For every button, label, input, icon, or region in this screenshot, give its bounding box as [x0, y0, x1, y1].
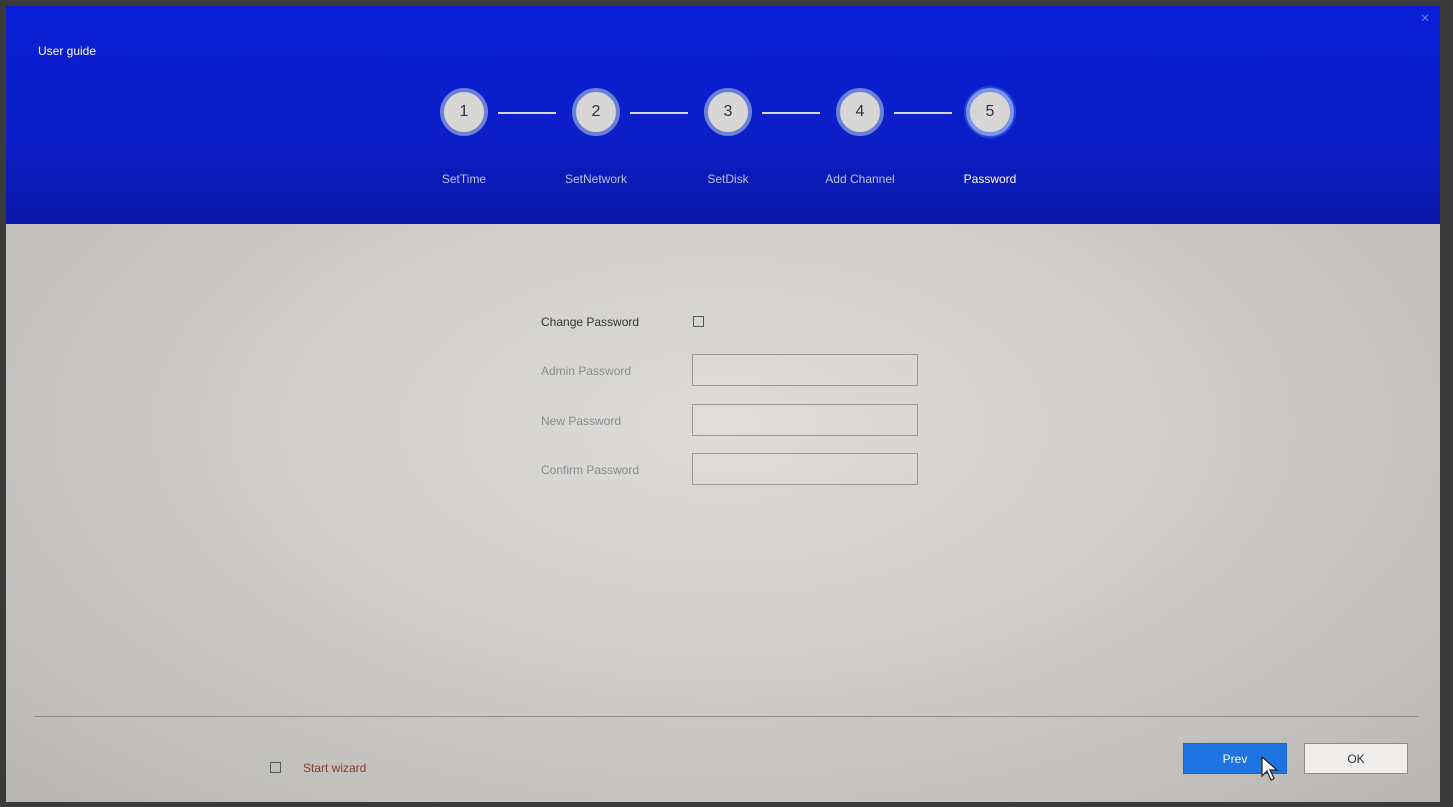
step-number: 5 [985, 103, 995, 120]
admin-password-input[interactable] [692, 354, 918, 386]
step-number: 2 [591, 103, 601, 120]
admin-password-label: Admin Password [541, 364, 632, 378]
confirm-password-input[interactable] [692, 453, 918, 485]
step-connector [498, 112, 556, 114]
change-password-label: Change Password [541, 315, 640, 329]
mouse-cursor-icon [1261, 756, 1279, 781]
step-label-setdisk: SetDisk [707, 172, 749, 186]
step-label-settime: SetTime [441, 172, 487, 186]
step-1-circle: 1 [440, 88, 488, 136]
step-number: 3 [723, 103, 733, 120]
new-password-input[interactable] [692, 404, 918, 436]
wizard-header: User guide × 1 2 3 4 5 SetTime SetNetwor… [6, 6, 1440, 224]
change-password-checkbox[interactable] [693, 316, 704, 327]
step-label-password: Password [963, 172, 1017, 186]
step-connector [630, 112, 688, 114]
start-wizard-checkbox[interactable] [270, 762, 281, 773]
user-guide-window: User guide × 1 2 3 4 5 SetTime SetNetwor… [6, 6, 1440, 802]
step-connector [894, 112, 952, 114]
step-5-circle: 5 [966, 88, 1014, 136]
step-label-add-channel: Add Channel [825, 172, 895, 186]
confirm-password-label: Confirm Password [541, 463, 640, 477]
step-number: 4 [855, 103, 865, 120]
step-connector [762, 112, 820, 114]
step-4-circle: 4 [836, 88, 884, 136]
step-3-circle: 3 [704, 88, 752, 136]
new-password-label: New Password [541, 414, 622, 428]
close-icon[interactable]: × [1418, 11, 1432, 27]
step-number: 1 [459, 103, 469, 120]
window-title: User guide [38, 44, 97, 58]
step-2-circle: 2 [572, 88, 620, 136]
footer-divider [34, 716, 1418, 717]
start-wizard-label[interactable]: Start wizard [303, 761, 366, 775]
ok-button[interactable]: OK [1304, 743, 1408, 774]
step-label-setnetwork: SetNetwork [564, 172, 628, 186]
